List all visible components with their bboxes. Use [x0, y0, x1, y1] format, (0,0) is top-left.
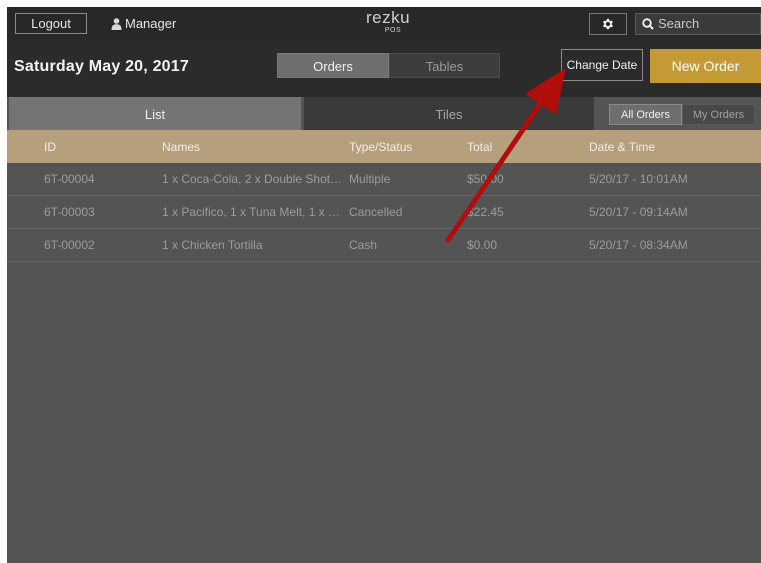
tab-tiles[interactable]: Tiles	[304, 97, 594, 130]
column-header-names[interactable]: Names	[162, 130, 344, 163]
column-header-total[interactable]: Total	[467, 130, 577, 163]
logout-button[interactable]: Logout	[15, 13, 87, 34]
filter-my-orders[interactable]: My Orders	[682, 104, 755, 125]
order-total: $22.45	[467, 205, 504, 219]
order-type: Cash	[349, 238, 378, 252]
order-total: $50.00	[467, 172, 504, 186]
date-bar: Saturday May 20, 2017 Orders Tables Chan…	[7, 40, 761, 97]
current-user[interactable]: Manager	[111, 16, 176, 32]
order-datetime: 5/20/17 - 09:14AM	[589, 205, 688, 219]
table-header: ID Names Type/Status Total Date & Time	[7, 130, 761, 163]
new-order-button[interactable]: New Order	[650, 49, 761, 83]
table-row[interactable]: 6T-00003 1 x Pacifico, 1 x Tuna Melt, 1 …	[7, 196, 761, 229]
order-id: 6T-00003	[44, 205, 95, 219]
tab-list[interactable]: List	[9, 97, 301, 130]
order-total: $0.00	[467, 238, 498, 252]
gear-icon	[602, 18, 614, 30]
order-datetime: 5/20/17 - 10:01AM	[589, 172, 688, 186]
app-logo: rezku POS	[364, 9, 412, 35]
order-names: 1 x Chicken Tortilla	[162, 238, 263, 252]
order-id: 6T-00002	[44, 238, 95, 252]
search-icon	[642, 18, 654, 30]
filter-all-orders[interactable]: All Orders	[609, 104, 682, 125]
order-names: 1 x Pacifico, 1 x Tuna Melt, 1 x Chili	[162, 205, 344, 219]
user-label: Manager	[125, 16, 177, 31]
table-row[interactable]: 6T-00004 1 x Coca-Cola, 2 x Double Shot,…	[7, 163, 761, 196]
table-row[interactable]: 6T-00002 1 x Chicken Tortilla Cash $0.00…	[7, 229, 761, 262]
pos-window: Logout Manager rezku POS Saturday May 20…	[7, 7, 761, 563]
search-input[interactable]	[658, 16, 744, 31]
change-date-button[interactable]: Change Date	[561, 49, 643, 81]
date-title: Saturday May 20, 2017	[14, 58, 189, 75]
column-header-type-status[interactable]: Type/Status	[349, 130, 461, 163]
logo-brand: rezku	[365, 8, 411, 27]
order-names: 1 x Coca-Cola, 2 x Double Shot, 1 x Chic…	[162, 172, 344, 186]
order-type: Cancelled	[349, 205, 403, 219]
top-bar: Logout Manager rezku POS	[7, 7, 761, 40]
order-type: Multiple	[349, 172, 391, 186]
search-box[interactable]	[635, 13, 761, 35]
column-header-date-time[interactable]: Date & Time	[589, 130, 759, 163]
logo-sub: POS	[384, 27, 402, 34]
settings-button[interactable]	[589, 13, 627, 35]
order-id: 6T-00004	[44, 172, 95, 186]
segment-orders[interactable]: Orders	[277, 53, 389, 78]
column-header-id[interactable]: ID	[44, 130, 154, 163]
person-icon	[111, 18, 122, 30]
segment-tables[interactable]: Tables	[389, 53, 500, 78]
order-datetime: 5/20/17 - 08:34AM	[589, 238, 688, 252]
